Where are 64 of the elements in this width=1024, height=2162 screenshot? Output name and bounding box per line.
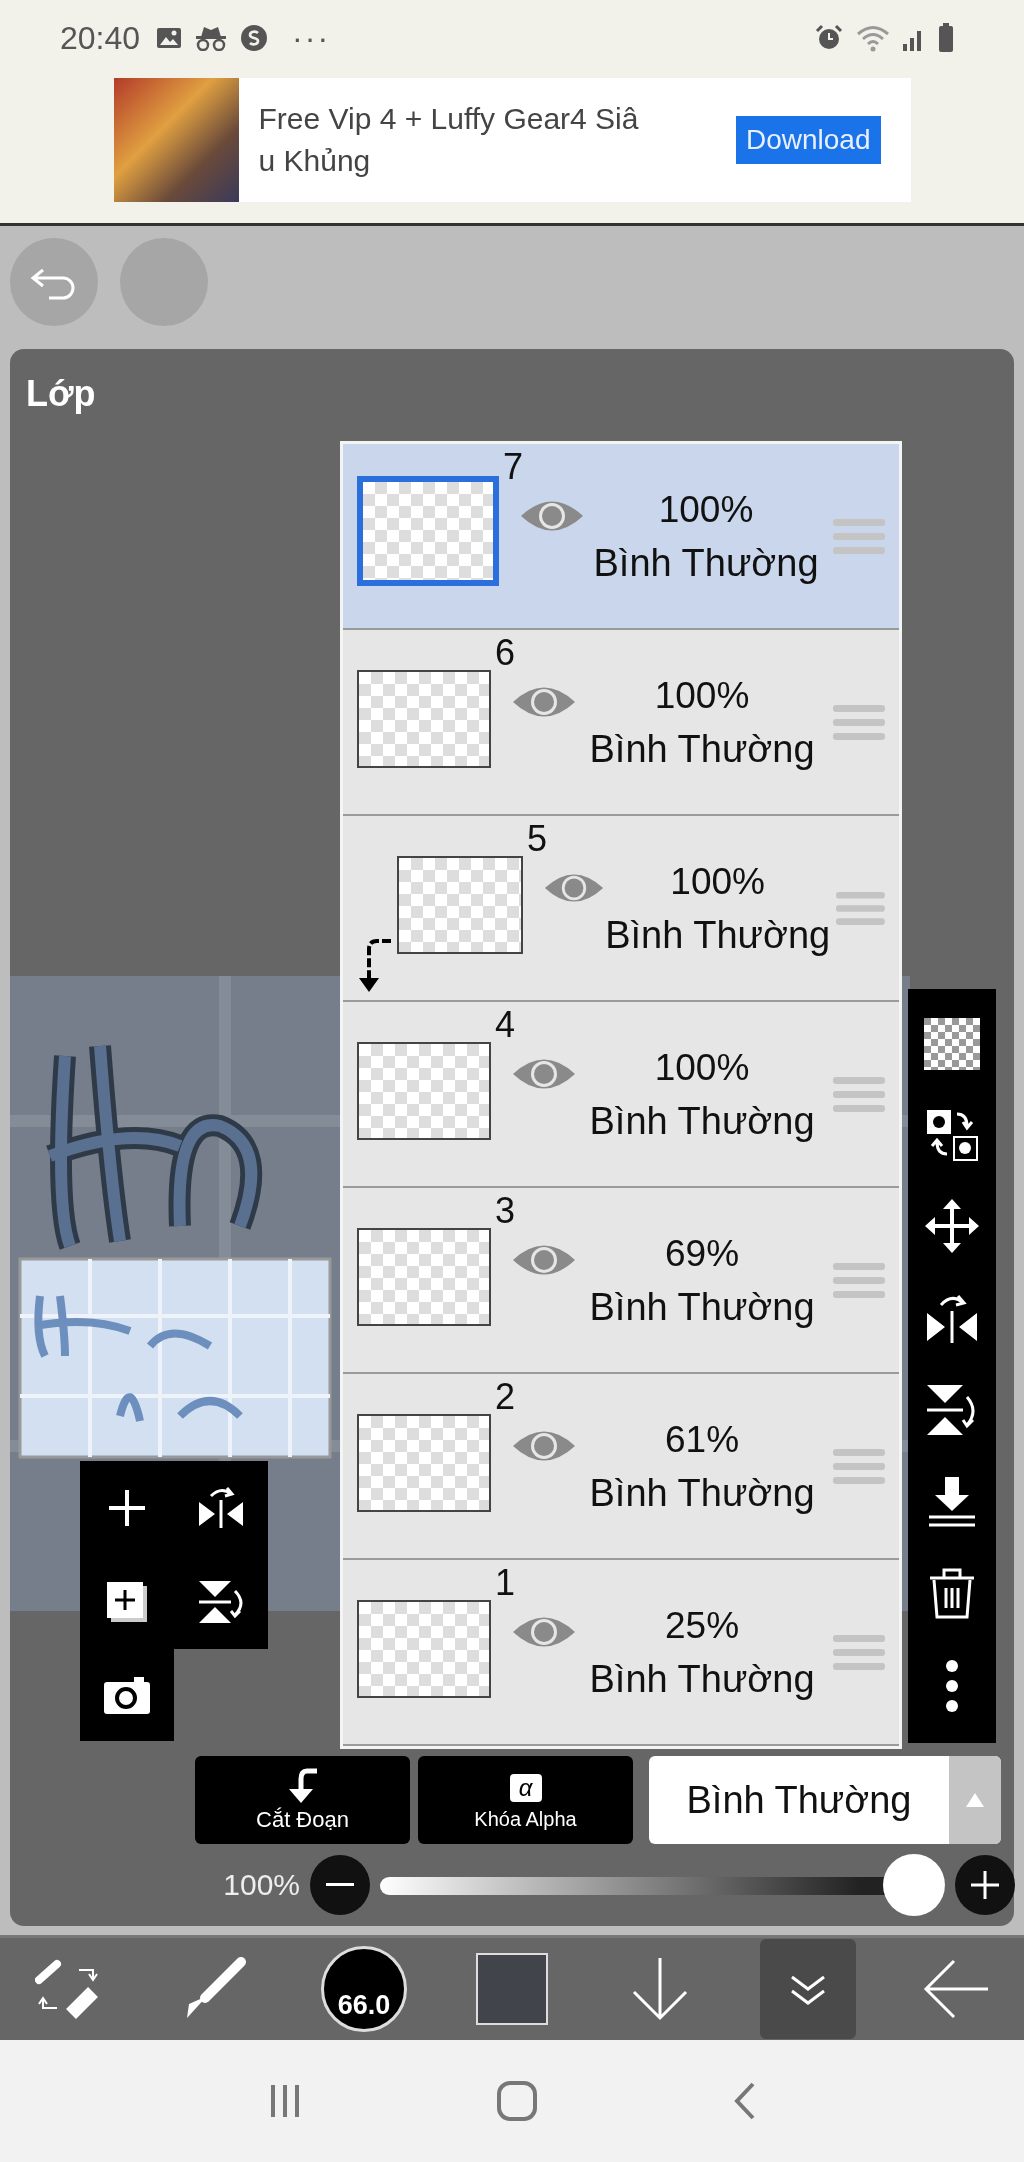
toolbar-button[interactable]: 66.0 (316, 1939, 412, 2039)
layer-blend-mode: Bình Thường (605, 913, 831, 958)
layer-opacity: 25% (665, 1604, 740, 1648)
layer-action-button[interactable]: α Khóa Alpha (418, 1756, 633, 1844)
move-icon[interactable] (925, 1199, 979, 1254)
drag-handle-icon[interactable] (833, 516, 885, 556)
alpha-lock-icon: α (509, 1773, 542, 1802)
dropdown-arrow-icon (965, 1792, 985, 1808)
layer-blend-mode: Bình Thường (593, 541, 819, 586)
brush-size-indicator: 66.0 (321, 1946, 407, 2032)
image-icon (156, 26, 183, 50)
drag-handle-icon[interactable] (833, 1260, 885, 1300)
layer-number: 2 (495, 1376, 516, 1418)
layer-opacity: 100% (654, 674, 750, 718)
layer-opacity: 61% (665, 1418, 740, 1462)
layer-number: 4 (495, 1004, 516, 1046)
chat-app-icon (240, 24, 269, 52)
opacity-reading: 100% (222, 1868, 300, 1902)
blend-mode-dropdown[interactable]: Bình Thường (649, 1756, 1001, 1844)
drag-handle-icon[interactable] (833, 1446, 885, 1486)
minus-icon (326, 1883, 354, 1887)
layer-action-button[interactable]: Cắt Đoạn (195, 1756, 410, 1844)
ad-banner[interactable]: Free Vip 4 + Luffy Gear4 Siâ u Khủng Download (113, 78, 911, 202)
drag-handle-icon[interactable] (833, 702, 885, 742)
layer-blend-mode: Bình Thường (589, 1099, 815, 1144)
home-icon[interactable] (496, 2080, 538, 2122)
battery-icon (938, 23, 954, 53)
layer-number: 3 (495, 1190, 516, 1232)
back-arrow-icon (922, 1959, 990, 2019)
ad-title: u Khủng (258, 143, 372, 179)
ad-title: Free Vip 4 + Luffy Gear4 Siâ (258, 101, 640, 137)
incognito-icon (194, 25, 229, 51)
layer-row[interactable]: 7 100% Bình Thường (343, 444, 899, 630)
status-time: 20:40 (60, 19, 141, 57)
color-swatch (476, 1953, 548, 2025)
checkerboard-icon[interactable] (924, 1017, 980, 1070)
camera-icon[interactable] (102, 1674, 152, 1716)
layer-blend-mode: Bình Thường (589, 1471, 815, 1516)
more-notifications: ··· (292, 19, 331, 57)
decrease-button[interactable] (310, 1855, 370, 1915)
more-icon[interactable] (944, 1658, 960, 1715)
layer-number: 1 (495, 1562, 516, 1604)
layer-blend-mode: Bình Thường (589, 1285, 815, 1330)
drag-handle-icon[interactable] (833, 1632, 885, 1672)
layer-opacity: 100% (654, 1046, 750, 1090)
trash-icon[interactable] (928, 1566, 976, 1621)
swap-layers-icon[interactable] (925, 1107, 979, 1162)
layer-opacity: 100% (658, 488, 754, 532)
layer-number: 6 (495, 632, 516, 674)
down-arrow-icon (630, 1956, 690, 2022)
drag-handle-icon[interactable] (833, 1074, 885, 1114)
panel-title: Lớp (26, 373, 96, 415)
plus-icon (971, 1871, 999, 1899)
layer-blend-mode: Bình Thường (589, 1657, 815, 1702)
layer-number: 5 (527, 818, 548, 860)
download-button[interactable]: Download (735, 116, 881, 164)
increase-button[interactable] (955, 1855, 1015, 1915)
layer-blend-mode: Bình Thường (589, 727, 815, 772)
clipping-arrow-icon (357, 936, 391, 994)
layer-opacity: 100% (670, 860, 765, 904)
layer-opacity: 69% (665, 1232, 740, 1276)
toolbar-button[interactable] (760, 1939, 856, 2039)
layer-number: 7 (503, 446, 524, 488)
wifi-icon (856, 24, 890, 52)
